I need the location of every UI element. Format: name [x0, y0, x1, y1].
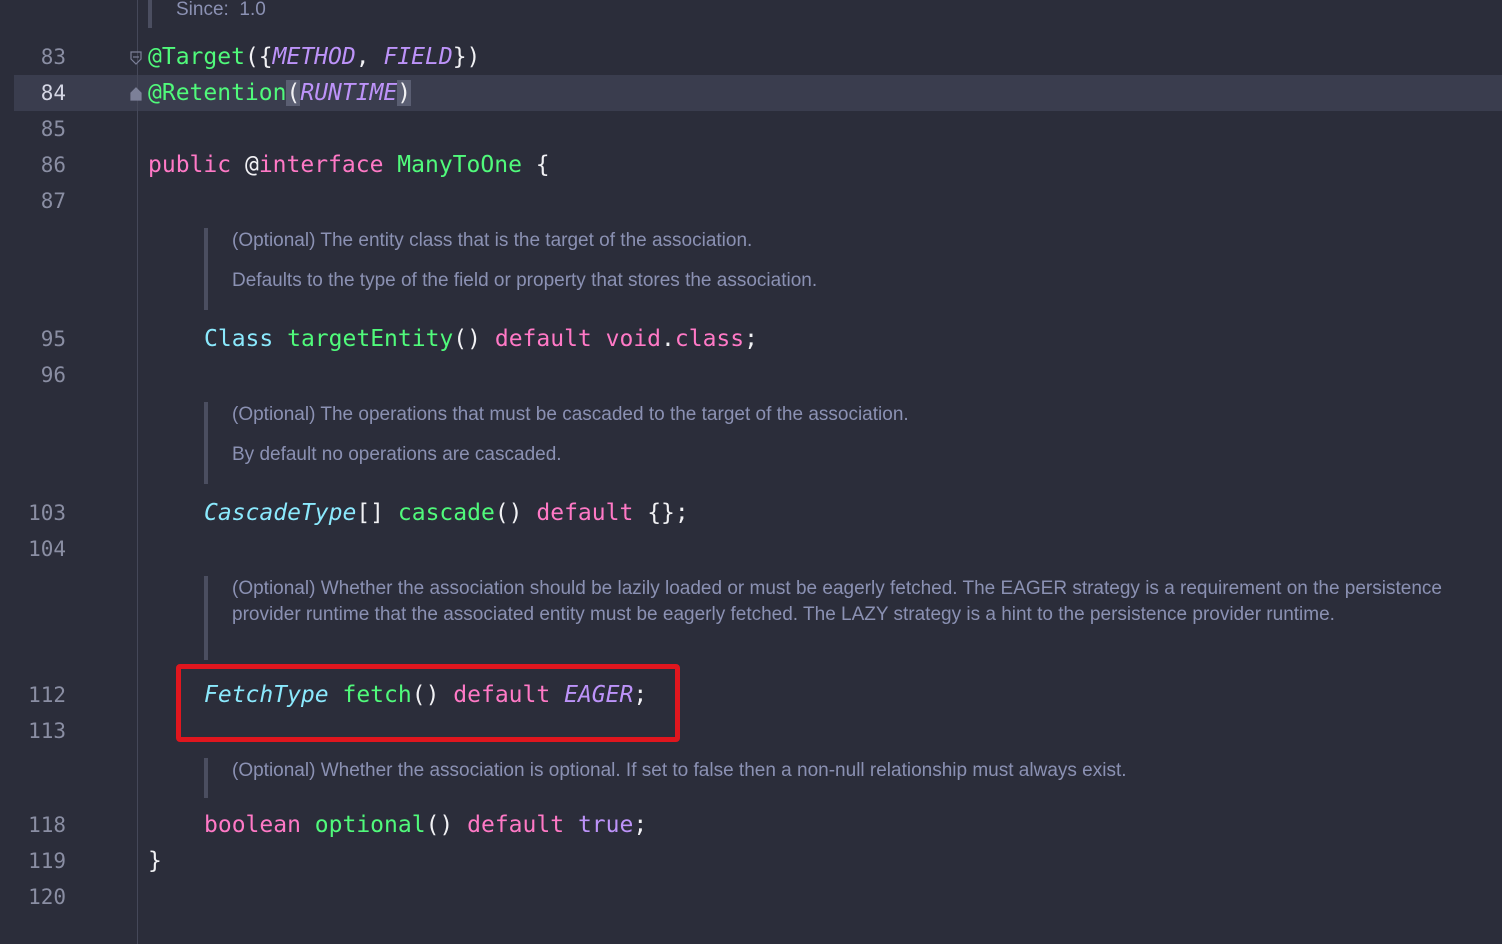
annotation-target: @Target	[148, 44, 245, 70]
line-number[interactable]: 87	[10, 183, 66, 219]
doc-text: (Optional) Whether the association shoul…	[232, 578, 1442, 625]
doc-text: (Optional) The operations that must be c…	[232, 404, 909, 425]
code-line-86[interactable]: public @interface ManyToOne {	[148, 147, 550, 183]
line-number[interactable]: 86	[10, 147, 66, 183]
parens: ()	[494, 500, 523, 526]
method-target-entity: targetEntity	[287, 326, 454, 352]
constant-field: FIELD	[383, 44, 453, 70]
code-editor[interactable]: Since: 1.0 83 84 85 86 87 95 96 103 104 …	[0, 0, 1502, 944]
annotation-retention: @Retention	[148, 80, 287, 106]
close-brace: }	[148, 848, 162, 874]
code-line-83[interactable]: @Target({METHOD, FIELD})	[148, 39, 480, 75]
code-line-119[interactable]: }	[148, 843, 162, 879]
doc-comment-target-entity: (Optional) The entity class that is the …	[204, 228, 817, 310]
method-cascade: cascade	[397, 500, 495, 526]
doc-text: By default no operations are cascaded.	[232, 444, 562, 465]
empty-array: {};	[647, 500, 689, 526]
code-line-103[interactable]: CascadeType[] cascade() default {};	[204, 495, 689, 531]
punct: ({	[244, 44, 273, 70]
open-brace: {	[535, 152, 550, 178]
keyword-public: public	[148, 152, 232, 178]
line-number[interactable]: 113	[10, 713, 66, 749]
doc-comment-cascade: (Optional) The operations that must be c…	[204, 402, 909, 484]
code-line-118[interactable]: boolean optional() default true;	[204, 807, 647, 843]
line-number[interactable]: 120	[10, 879, 66, 915]
keyword-default: default	[494, 326, 592, 352]
doc-comment-optional: (Optional) Whether the association is op…	[204, 758, 1127, 798]
brackets: []	[356, 500, 385, 526]
punct: ,	[355, 44, 384, 70]
line-number[interactable]: 104	[10, 531, 66, 567]
line-number-active[interactable]: 84	[10, 75, 66, 111]
line-number[interactable]: 119	[10, 843, 66, 879]
line-number[interactable]: 96	[10, 357, 66, 393]
doc-comment-fetch: (Optional) Whether the association shoul…	[204, 576, 1474, 660]
doc-text: (Optional) Whether the association is op…	[232, 760, 1127, 781]
keyword-default: default	[467, 812, 565, 838]
keyword-boolean: boolean	[204, 812, 301, 838]
since-value: 1.0	[239, 0, 266, 20]
doc-text: (Optional) The entity class that is the …	[232, 230, 753, 251]
keyword-default: default	[536, 500, 634, 526]
semicolon: ;	[744, 326, 758, 352]
keyword-class: class	[674, 326, 745, 352]
line-number[interactable]: 103	[10, 495, 66, 531]
keyword-void: void	[605, 326, 662, 352]
punct: })	[452, 44, 481, 70]
interface-name: ManyToOne	[397, 152, 522, 178]
paren-match: (	[286, 80, 301, 106]
semicolon: ;	[633, 812, 648, 838]
method-optional: optional	[314, 812, 426, 838]
type-cascade-type: CascadeType	[204, 500, 357, 526]
dot: .	[661, 326, 675, 352]
literal-true: true	[577, 812, 634, 838]
line-number[interactable]: 85	[10, 111, 66, 147]
line-number[interactable]: 83	[10, 39, 66, 75]
highlight-box	[176, 664, 680, 742]
constant-runtime: RUNTIME	[300, 80, 398, 106]
line-number[interactable]: 112	[10, 677, 66, 713]
fold-close-icon[interactable]	[129, 87, 143, 101]
gutter-separator	[137, 0, 138, 944]
code-line-95[interactable]: Class targetEntity() default void.class;	[204, 321, 758, 357]
keyword-interface: interface	[258, 152, 384, 178]
doc-text: Defaults to the type of the field or pro…	[232, 270, 818, 291]
line-number[interactable]: 118	[10, 807, 66, 843]
since-label: Since:	[176, 0, 229, 20]
paren-match: )	[397, 80, 412, 106]
type-class: Class	[204, 326, 274, 352]
parens: ()	[453, 326, 481, 352]
line-number[interactable]: 95	[10, 321, 66, 357]
parens: ()	[425, 812, 454, 838]
code-line-84[interactable]: @Retention(RUNTIME)	[148, 75, 412, 111]
at-sign: @	[244, 152, 259, 178]
constant-method: METHOD	[272, 44, 356, 70]
since-doc: Since: 1.0	[148, 0, 266, 28]
fold-open-icon[interactable]	[129, 51, 143, 65]
